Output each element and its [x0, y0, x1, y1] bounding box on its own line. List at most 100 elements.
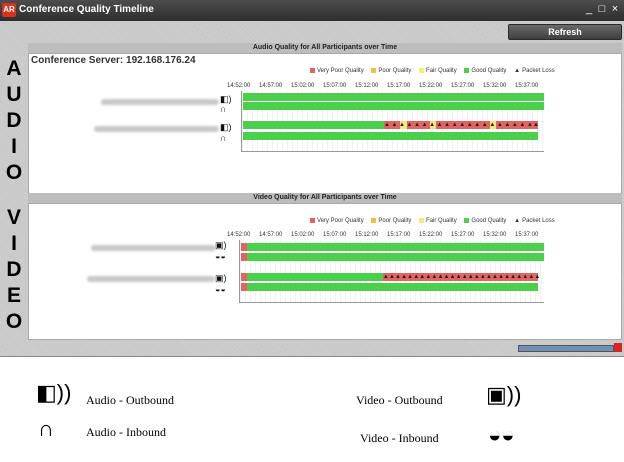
packet-loss-marker: ▲ [498, 274, 505, 280]
packet-loss-marker: ▲ [522, 274, 529, 280]
legend-label: Very Poor Quality [317, 68, 364, 75]
time-tick-label: 15:02:00 [291, 232, 315, 238]
time-tick-label: 15:07:00 [323, 232, 347, 238]
audio-side-label: A U D I O [0, 56, 28, 186]
audio-outbound-icon: ◧) [220, 122, 232, 132]
time-tick-label: 15:02:00 [291, 83, 315, 89]
sunglasses-icon: ◒◒ [215, 251, 226, 261]
quality-segment-good [243, 121, 385, 129]
refresh-button[interactable]: Refresh [508, 24, 622, 40]
conference-server-label: Conference Server: 192.168.176.24 [31, 55, 196, 66]
main-window: AR Conference Quality Timeline _ □ × Ref… [0, 0, 624, 357]
packet-loss-marker: ▲ [444, 122, 451, 128]
legend-label: Poor Quality [378, 68, 412, 75]
packet-loss-marker: ▲ [455, 274, 462, 280]
packet-loss-marker: ▲ [516, 274, 523, 280]
packet-loss-marker: ▲ [429, 122, 436, 128]
participant-1-label [101, 99, 219, 105]
key-video-outbound: Video - Outbound [356, 393, 443, 407]
time-tick-label: 15:37:00 [515, 83, 539, 89]
side-letter: V [6, 206, 21, 229]
maximize-button[interactable]: □ [596, 3, 608, 16]
time-tick-label: 15:27:00 [451, 232, 475, 238]
packet-loss-marker: ▲ [431, 274, 438, 280]
participant-2-label [94, 126, 219, 132]
legend-label: Very Poor Quality [317, 218, 364, 225]
key-audio-inbound: Audio - Inbound [86, 425, 166, 439]
sunglasses-icon: ◒◒ [488, 422, 515, 447]
packet-loss-marker: ▲ [496, 122, 503, 128]
packet-loss-marker: ▲ [532, 122, 539, 128]
headphones-icon: ∩ [38, 416, 54, 441]
packet-loss-marker: ▲ [414, 122, 421, 128]
packet-loss-marker: ▲ [479, 274, 486, 280]
headphones-icon: ∩ [220, 133, 227, 143]
video-section-header: Video Quality for All Participants over … [28, 193, 622, 203]
side-letter: I [11, 135, 17, 158]
time-tick-label: 15:22:00 [419, 232, 443, 238]
timeline-row-inbound [243, 102, 544, 110]
legend-swatch-poor [371, 68, 377, 73]
time-tick-label: 15:07:00 [323, 83, 347, 89]
timeline-row-outbound [241, 243, 544, 251]
packet-loss-marker: ▲ [395, 274, 401, 280]
key-audio-outbound: Audio - Outbound [86, 393, 174, 407]
packet-loss-marker: ▲ [443, 274, 450, 280]
packet-loss-marker: ▲ [401, 274, 408, 280]
packet-loss-marker: ▲ [466, 122, 473, 128]
audio-timeline-plot: ▲ ▲ ▲ ▲ ▲ ▲ ▲ ▲ ▲ ▲ ▲ ▲ ▲ ▲ ▲ ▲ ▲ ▲ ▲ ▲ ▲ [241, 91, 544, 152]
side-letter: D [6, 109, 22, 132]
side-letter: A [6, 57, 22, 80]
packet-loss-marker: ▲ [528, 274, 535, 280]
audio-section-header: Audio Quality for All Participants over … [28, 43, 622, 53]
resize-grip[interactable] [614, 343, 622, 352]
time-tick-label: 15:27:00 [451, 83, 475, 89]
video-time-axis: 14:52:00 14:57:00 15:02:00 15:07:00 15:12:00… [227, 232, 547, 240]
legend-swatch-very-poor [310, 68, 315, 73]
legend-swatch-good [464, 218, 470, 223]
time-tick-label: 15:37:00 [515, 232, 539, 238]
timeline-row-outbound: ▲ ▲ ▲ ▲ ▲ ▲ ▲ ▲ ▲ ▲ ▲ ▲ ▲ ▲ ▲ ▲ ▲ ▲ ▲ ▲ ▲ ▲ ▲ ▲ ▲ ▲ [241, 273, 544, 281]
close-button[interactable]: × [609, 3, 621, 16]
audio-legend: Very Poor Quality Poor Quality Fair Qual… [304, 68, 555, 74]
timeline-row-inbound [241, 283, 544, 291]
packet-loss-marker: ▲ [473, 274, 480, 280]
quality-segment-good [243, 102, 544, 110]
quality-segment-good [247, 243, 544, 251]
audio-outbound-icon: ◧) [220, 94, 232, 104]
timeline-row-inbound [243, 132, 544, 140]
audio-panel: Conference Server: 192.168.176.24 Very P… [28, 53, 622, 194]
minimize-button[interactable]: _ [583, 3, 595, 16]
timeline-row-outbound: ▲ ▲ ▲ ▲ ▲ ▲ ▲ ▲ ▲ ▲ ▲ ▲ ▲ ▲ ▲ ▲ ▲ ▲ ▲ ▲ ▲ [243, 121, 544, 129]
packet-loss-marker: ▲ [406, 122, 413, 128]
legend-label: Good Quality [471, 218, 507, 225]
packet-loss-marker: ▲ [388, 274, 395, 280]
quality-segment-good [247, 253, 544, 261]
time-tick-label: 14:57:00 [259, 83, 283, 89]
packet-loss-marker: ▲ [407, 274, 414, 280]
packet-loss-marker: ▲ [519, 122, 526, 128]
quality-segment-good [243, 132, 538, 140]
participant-1-label [91, 245, 216, 251]
headphones-icon: ∩ [220, 104, 227, 114]
quality-segment-good [243, 93, 544, 101]
packet-loss-marker: ▲ [383, 122, 390, 128]
quality-segment-good [247, 273, 384, 281]
legend-label: Poor Quality [378, 218, 412, 225]
title-bar: AR Conference Quality Timeline _ □ × [0, 0, 624, 21]
time-tick-label: 14:52:00 [227, 83, 251, 89]
video-camera-icon: ▣) [215, 273, 227, 283]
side-letter: U [6, 83, 22, 106]
legend-swatch-fair [419, 68, 425, 73]
horizontal-scrollbar[interactable] [518, 345, 614, 352]
packet-loss-marker: ▲ [474, 122, 481, 128]
packet-loss-marker: ▲ [510, 274, 517, 280]
time-tick-label: 15:12:00 [355, 232, 379, 238]
time-tick-label: 15:12:00 [355, 83, 379, 89]
video-timeline-plot: ▲ ▲ ▲ ▲ ▲ ▲ ▲ ▲ ▲ ▲ ▲ ▲ ▲ ▲ ▲ ▲ ▲ ▲ ▲ ▲ ▲ ▲ ▲ ▲ ▲ ▲ [239, 240, 544, 303]
audio-time-axis: 14:52:00 14:57:00 15:02:00 15:07:00 15:12:00… [227, 83, 547, 91]
time-tick-label: 14:57:00 [259, 232, 283, 238]
video-camera-icon: ▣)) [486, 382, 522, 407]
packet-loss-marker: ▲ [467, 274, 474, 280]
packet-loss-marker: ▲ [419, 274, 426, 280]
